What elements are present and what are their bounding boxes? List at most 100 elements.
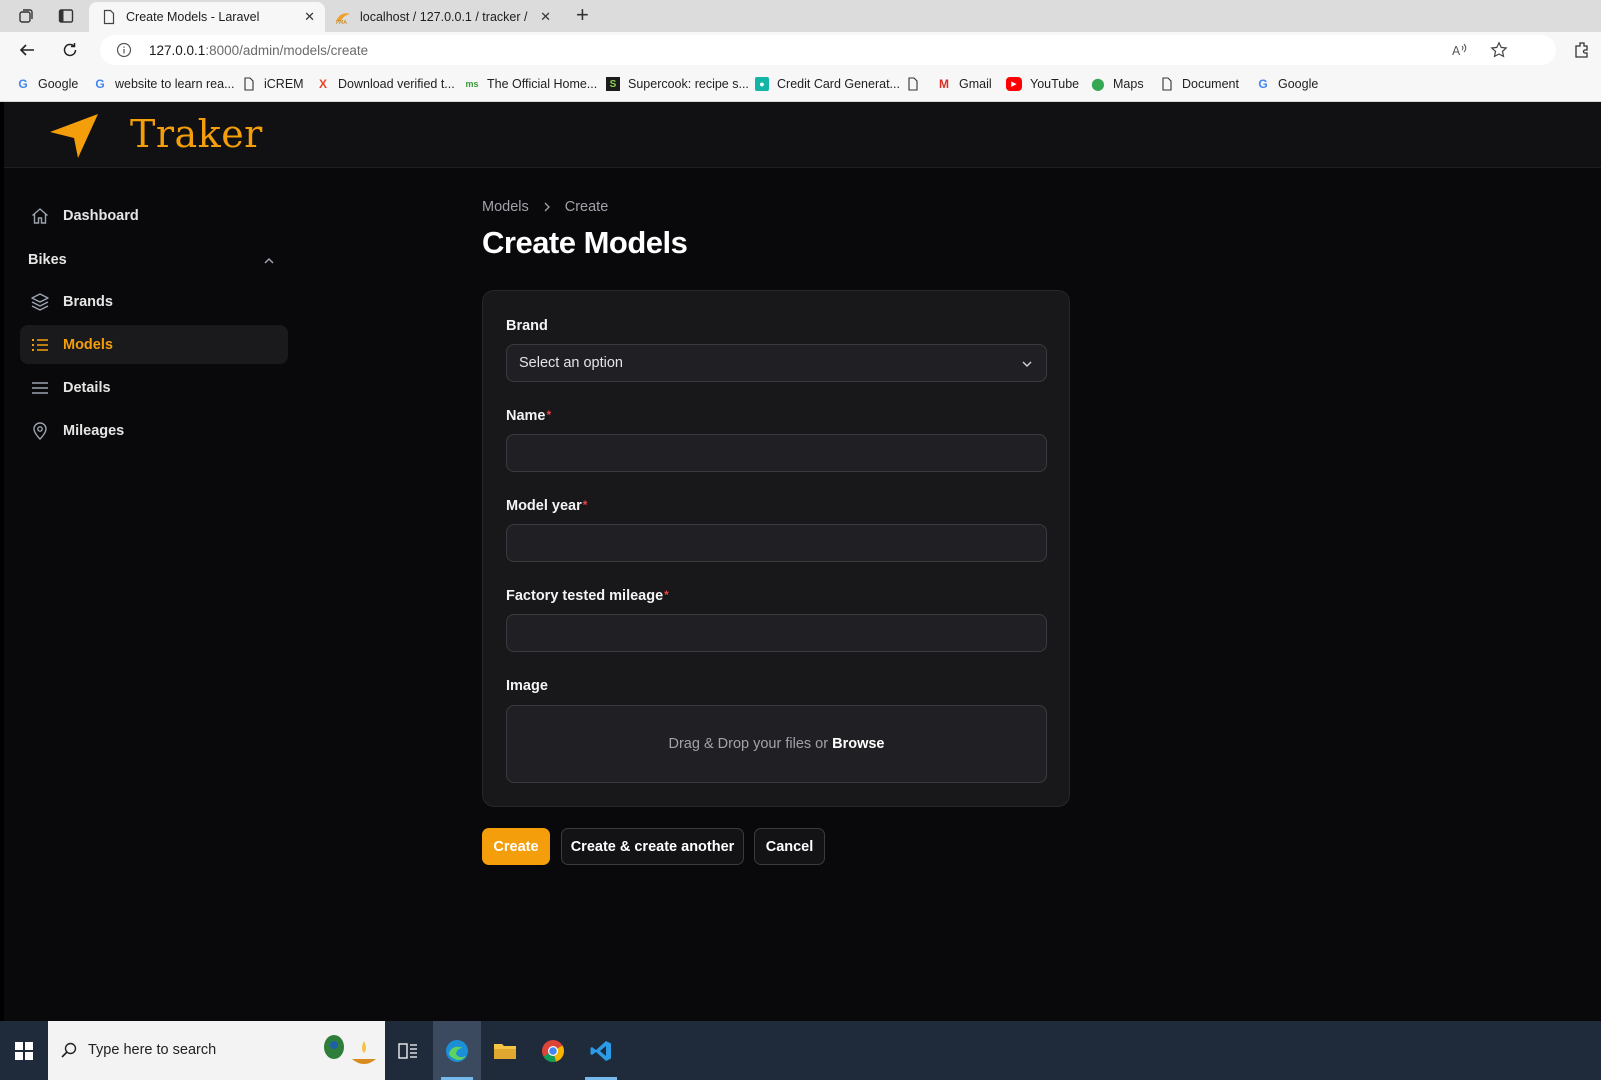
sidebar-item-label: Dashboard bbox=[63, 207, 139, 224]
close-icon[interactable]: ✕ bbox=[304, 9, 315, 25]
taskbar-search-placeholder: Type here to search bbox=[88, 1042, 217, 1058]
bookmark-download-verified[interactable]: X Download verified t... bbox=[316, 77, 455, 91]
sidebar-item-label: Models bbox=[63, 336, 113, 353]
bookmark-untitled-page[interactable] bbox=[906, 77, 928, 91]
required-asterisk: * bbox=[546, 408, 552, 422]
chevron-up-icon[interactable] bbox=[262, 254, 276, 268]
menu-lines-icon bbox=[32, 381, 48, 394]
sidebar-item-label: Mileages bbox=[63, 422, 125, 439]
start-button[interactable] bbox=[0, 1021, 48, 1080]
create-model-form: Brand Select an option Name* Model year*… bbox=[482, 290, 1070, 807]
brand-name[interactable]: Traker bbox=[130, 112, 263, 156]
breadcrumb-current: Create bbox=[564, 199, 609, 215]
bookmark-youtube[interactable]: ▶ YouTube bbox=[1006, 77, 1079, 91]
page-title: Create Models bbox=[482, 225, 688, 260]
bookmark-maps[interactable]: ⬤ Maps bbox=[1091, 77, 1143, 91]
task-view-button[interactable] bbox=[384, 1021, 432, 1080]
create-button[interactable]: Create bbox=[482, 828, 550, 865]
bookmarks-bar: G Google Gwebsite to learn rea... iCREM X… bbox=[0, 68, 1601, 102]
bookmark-official-home[interactable]: ms The Official Home... bbox=[465, 77, 597, 91]
bookmark-supercook[interactable]: S Supercook: recipe s... bbox=[606, 77, 749, 91]
taskbar-vscode[interactable] bbox=[577, 1021, 625, 1080]
url-field[interactable]: 127.0.0.1:8000/admin/models/create A bbox=[100, 35, 1556, 65]
edge-icon bbox=[446, 1039, 468, 1062]
tab-create-models[interactable]: Create Models - Laravel ✕ bbox=[89, 2, 325, 32]
url-text: 127.0.0.1:8000/admin/models/create bbox=[149, 43, 369, 58]
list-icon bbox=[32, 338, 48, 351]
bookmark-credit-card-generator[interactable]: ● Credit Card Generat... bbox=[755, 77, 900, 91]
bookmark-document[interactable]: Document bbox=[1160, 77, 1239, 91]
name-label: Name* bbox=[506, 408, 552, 424]
google-icon: G bbox=[18, 77, 28, 91]
tab-title: localhost / 127.0.0.1 / tracker / d bbox=[360, 10, 528, 24]
new-tab-button[interactable]: + bbox=[576, 4, 589, 26]
bookmark-icrem[interactable]: iCREM bbox=[242, 77, 304, 91]
phpmyadmin-icon: PMA bbox=[336, 13, 350, 25]
chevron-down-icon bbox=[1022, 361, 1032, 367]
tab-phpmyadmin[interactable]: PMA localhost / 127.0.0.1 / tracker / d … bbox=[331, 2, 561, 32]
maps-icon: ⬤ bbox=[1091, 77, 1105, 91]
sidebar-item-mileages[interactable]: Mileages bbox=[20, 411, 288, 450]
sidebar-item-brands[interactable]: Brands bbox=[20, 282, 288, 321]
breadcrumb: Models Create bbox=[482, 199, 608, 215]
brand-select-value: Select an option bbox=[519, 355, 623, 371]
sidebar-item-dashboard[interactable]: Dashboard bbox=[20, 196, 288, 235]
taskbar-file-explorer[interactable] bbox=[481, 1021, 529, 1080]
gmail-icon: M bbox=[939, 77, 949, 91]
sidebar-item-label: Details bbox=[63, 379, 111, 396]
tab-title: Create Models - Laravel bbox=[126, 10, 260, 24]
image-dropzone[interactable]: Drag & Drop your files or Browse bbox=[506, 705, 1047, 783]
taskbar-search[interactable]: Type here to search bbox=[48, 1021, 385, 1080]
taskbar-chrome[interactable] bbox=[529, 1021, 577, 1080]
factory-tested-mileage-input[interactable] bbox=[506, 614, 1047, 652]
windows-taskbar: Type here to search bbox=[0, 1021, 1601, 1080]
youtube-icon: ▶ bbox=[1006, 77, 1022, 91]
info-icon[interactable] bbox=[116, 42, 132, 58]
extensions-icon[interactable] bbox=[1573, 41, 1591, 59]
navigation-arrow-logo-icon[interactable] bbox=[48, 110, 100, 160]
sidebar-group-bikes[interactable]: Bikes bbox=[28, 252, 67, 268]
required-asterisk: * bbox=[582, 498, 588, 512]
vertical-tabs-icon[interactable] bbox=[57, 7, 75, 25]
brand-select[interactable]: Select an option bbox=[506, 344, 1047, 382]
task-view-icon bbox=[398, 1042, 417, 1059]
vscode-icon bbox=[590, 1040, 611, 1061]
cancel-button[interactable]: Cancel bbox=[754, 828, 825, 865]
read-aloud-icon[interactable]: A bbox=[1450, 41, 1468, 59]
search-icon bbox=[61, 1042, 77, 1058]
svg-text:A: A bbox=[1452, 44, 1461, 58]
diwali-decoration-icon bbox=[324, 1035, 376, 1064]
brand-label: Brand bbox=[506, 318, 548, 334]
name-input[interactable] bbox=[506, 434, 1047, 472]
favorite-star-icon[interactable] bbox=[1490, 41, 1508, 59]
sidebar-item-label: Brands bbox=[63, 293, 113, 310]
workspaces-icon[interactable] bbox=[17, 7, 35, 25]
windows-logo-icon bbox=[15, 1041, 33, 1060]
sidebar-item-details[interactable]: Details bbox=[20, 368, 288, 407]
map-pin-icon bbox=[33, 421, 47, 440]
google-icon: G bbox=[1258, 77, 1268, 91]
breadcrumb-models-link[interactable]: Models bbox=[482, 199, 529, 215]
bookmark-website-to-learn[interactable]: Gwebsite to learn rea... bbox=[93, 77, 234, 91]
browse-link[interactable]: Browse bbox=[832, 736, 884, 752]
model-year-label: Model year* bbox=[506, 498, 588, 514]
sidebar: Dashboard Bikes Brands Models Details Mi… bbox=[4, 168, 304, 1037]
page-icon bbox=[1162, 77, 1172, 91]
bookmark-gmail[interactable]: M Gmail bbox=[937, 77, 992, 91]
close-icon[interactable]: ✕ bbox=[540, 9, 551, 25]
refresh-icon[interactable] bbox=[61, 41, 79, 59]
taskbar-edge[interactable] bbox=[433, 1021, 481, 1080]
address-bar-row: 127.0.0.1:8000/admin/models/create A bbox=[0, 32, 1601, 68]
back-icon[interactable] bbox=[18, 41, 36, 59]
app-window: Traker Dashboard Bikes Brands Models Det… bbox=[4, 102, 1601, 1037]
image-label: Image bbox=[506, 678, 548, 694]
bookmark-google-2[interactable]: G Google bbox=[1256, 77, 1318, 91]
model-year-input[interactable] bbox=[506, 524, 1047, 562]
sidebar-item-models[interactable]: Models bbox=[20, 325, 288, 364]
layers-icon bbox=[31, 292, 49, 311]
ms-icon: ms bbox=[465, 79, 479, 89]
create-and-create-another-button[interactable]: Create & create another bbox=[561, 828, 744, 865]
bookmark-google[interactable]: G Google bbox=[16, 77, 78, 91]
page-icon bbox=[103, 9, 115, 25]
x-icon: X bbox=[318, 77, 327, 91]
